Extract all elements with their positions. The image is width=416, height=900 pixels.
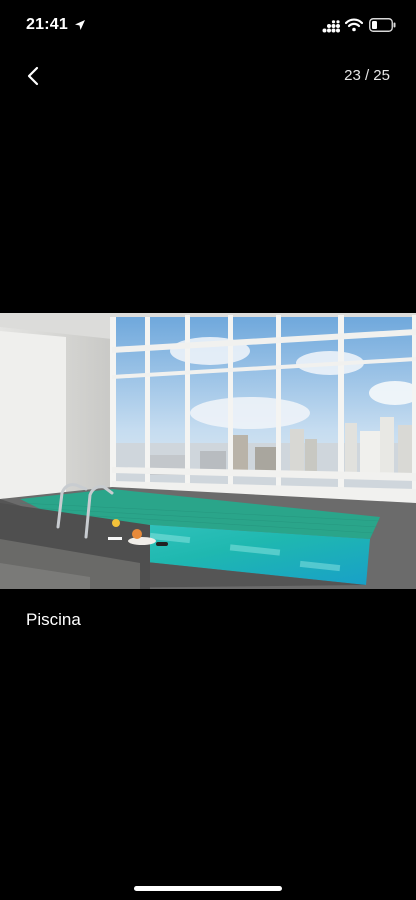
status-time: 21:41: [26, 16, 68, 33]
location-arrow-icon: [74, 18, 86, 30]
wifi-icon: [344, 18, 364, 32]
gallery-photo[interactable]: [0, 313, 416, 589]
back-button[interactable]: [20, 62, 48, 90]
photo-counter: 23 / 25: [344, 67, 390, 84]
cellular-signal-icon: [322, 20, 340, 33]
photo-caption: Piscina: [26, 610, 81, 629]
home-indicator[interactable]: [134, 886, 282, 891]
battery-icon: [369, 18, 396, 32]
chevron-left-icon: [27, 66, 39, 86]
status-bar: 21:41: [0, 0, 416, 52]
